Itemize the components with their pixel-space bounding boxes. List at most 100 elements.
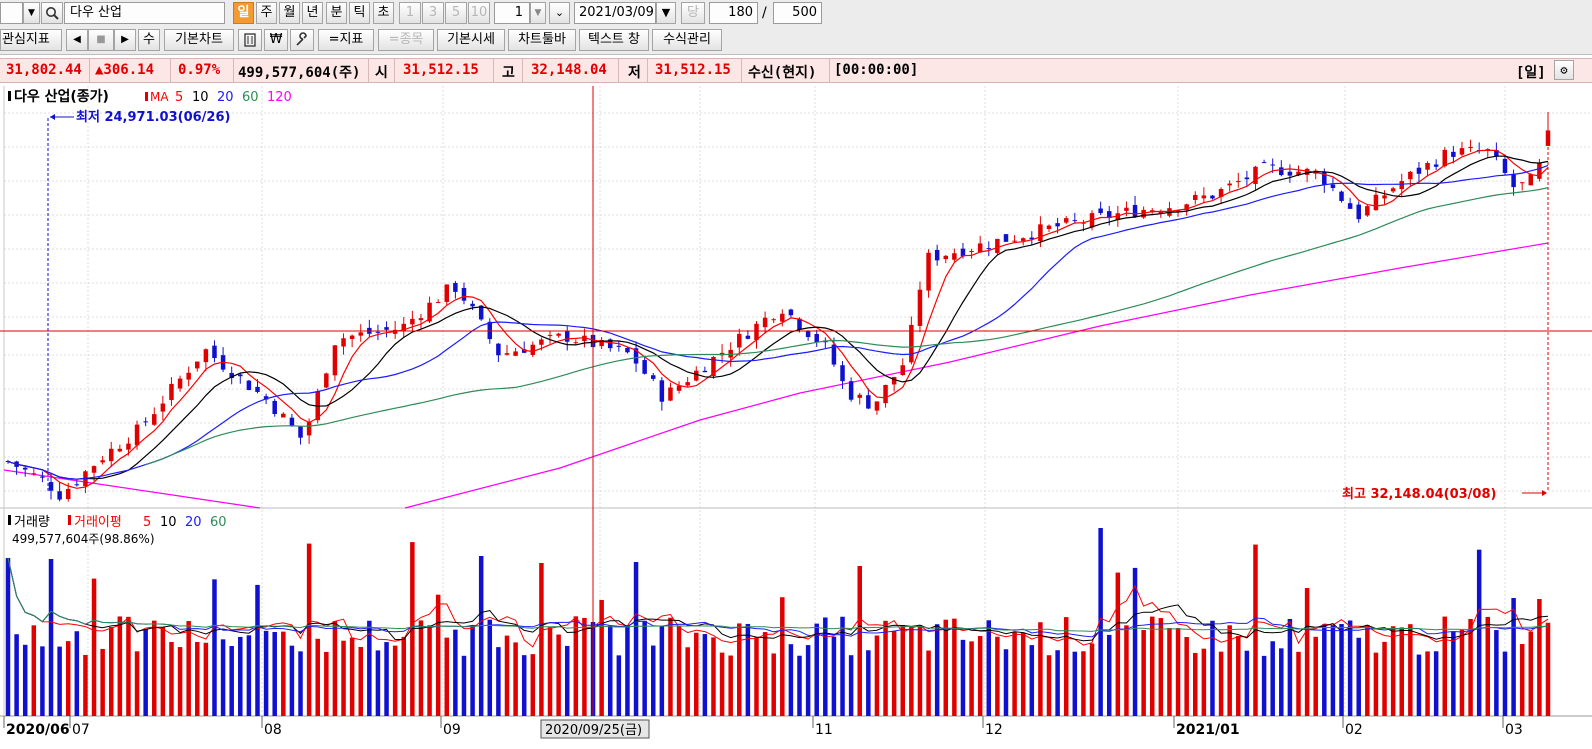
- period-button-4[interactable]: 분: [326, 2, 347, 24]
- volume-bar: [298, 651, 303, 716]
- search-icon[interactable]: [41, 2, 63, 24]
- ma-period-20: 20: [217, 90, 234, 105]
- volume-bar: [943, 619, 949, 716]
- candle-body: [496, 343, 501, 356]
- price-chart[interactable]: 최저 24,971.03(06/26) 최고 32,148.04(03/08) 다우…: [0, 84, 1592, 749]
- volume-bar: [1416, 654, 1422, 716]
- volume-bar: [358, 646, 363, 716]
- volume-bar: [952, 618, 957, 716]
- volume-bar: [1055, 650, 1060, 716]
- formula-manager-button[interactable]: 수식관리: [652, 29, 722, 51]
- interval-button-3[interactable]: 3: [422, 2, 444, 24]
- volume-bar: [883, 620, 888, 716]
- currency-button[interactable]: ₩: [264, 29, 288, 51]
- volume-bar: [289, 645, 295, 716]
- symbol-list-combo[interactable]: [0, 2, 23, 24]
- indicator-button[interactable]: =지표: [318, 29, 374, 51]
- candle-body: [100, 460, 105, 463]
- legend-marker: [8, 515, 11, 525]
- candle-body: [324, 373, 329, 388]
- candle-body: [539, 339, 544, 345]
- candlesticks: [5, 111, 1551, 502]
- candle-body: [986, 248, 992, 250]
- chart-toolbar-button[interactable]: 차트툴바: [508, 29, 576, 51]
- volume-bar: [1356, 637, 1361, 716]
- arrow-left-icon[interactable]: ◀: [66, 29, 88, 51]
- volume-bar: [1425, 651, 1430, 716]
- period-button-2[interactable]: 월: [279, 2, 300, 24]
- volume-bar: [332, 621, 338, 716]
- period-button-6[interactable]: 초: [373, 2, 394, 24]
- candle-body: [556, 333, 561, 336]
- period-button-1[interactable]: 주: [256, 2, 277, 24]
- candle-body: [57, 491, 62, 500]
- volume-bar: [1081, 651, 1086, 716]
- candle-body: [117, 448, 123, 452]
- stop-icon[interactable]: ■: [88, 29, 114, 51]
- display-count-input[interactable]: 180: [709, 2, 758, 24]
- date-field[interactable]: 2021/03/09: [574, 2, 656, 24]
- interval-button-5[interactable]: 5: [445, 2, 467, 24]
- candle-body: [676, 385, 682, 391]
- volume-bar: [1330, 625, 1336, 716]
- current-price: 31,802.44: [6, 62, 82, 78]
- ma20-line: [7, 164, 1549, 480]
- compare-symbol-button[interactable]: =종목: [378, 29, 434, 51]
- candle-body: [737, 333, 742, 348]
- period-button-3[interactable]: 년: [302, 2, 323, 24]
- text-window-button[interactable]: 텍스트 창: [579, 29, 649, 51]
- candle-body: [530, 344, 536, 355]
- interval-input[interactable]: 1: [494, 2, 530, 24]
- candle-body: [840, 365, 845, 382]
- candle-body: [487, 321, 493, 340]
- volume-bar: [831, 636, 837, 716]
- period-button-5[interactable]: 틱: [349, 2, 370, 24]
- stock-button[interactable]: 수: [138, 29, 160, 51]
- candle-body: [160, 403, 166, 412]
- period-button-0[interactable]: 일: [233, 2, 254, 24]
- chevron-down-icon[interactable]: ⌄: [549, 2, 570, 24]
- volume-value: 499,577,604(주): [238, 65, 361, 81]
- candle-body: [1519, 182, 1525, 184]
- volume-bar: [685, 647, 690, 716]
- basic-quote-button[interactable]: 기본시세: [437, 29, 505, 51]
- candle-body: [306, 421, 312, 436]
- ma-period-60: 60: [242, 90, 259, 105]
- chevron-down-icon[interactable]: ▼: [23, 2, 40, 24]
- candle-body: [702, 370, 708, 373]
- basic-chart-button[interactable]: 기본차트: [164, 29, 234, 51]
- volume-bar: [14, 634, 19, 716]
- volume-bar: [315, 638, 320, 716]
- wrench-icon[interactable]: [290, 29, 314, 51]
- volume-bar: [478, 556, 484, 716]
- open-value: 31,512.15: [403, 62, 479, 78]
- volume-bar: [1287, 618, 1293, 716]
- count-separator: /: [762, 5, 767, 21]
- candle-body: [108, 448, 114, 462]
- interval-dropdown-icon[interactable]: ▼: [530, 2, 546, 24]
- max-count-input[interactable]: 500: [773, 2, 822, 24]
- symbol-name-field[interactable]: 다우 산업: [64, 2, 225, 24]
- interval-button-10[interactable]: 10: [468, 2, 490, 24]
- candle-body: [1210, 195, 1215, 199]
- volume-bar: [1459, 629, 1465, 716]
- volume-bar: [762, 632, 768, 716]
- settings-gear-icon[interactable]: ⚙: [1554, 60, 1574, 80]
- volume-bar: [1072, 651, 1078, 716]
- candle-body: [1416, 167, 1422, 174]
- current-button[interactable]: 당: [681, 2, 705, 24]
- volume-bar: [169, 642, 174, 716]
- volume-bar: [418, 620, 424, 716]
- arrow-right-icon[interactable]: ▶: [114, 29, 136, 51]
- tools-icon[interactable]: [238, 29, 262, 51]
- calendar-dropdown-icon[interactable]: ▼: [656, 2, 676, 24]
- candle-body: [977, 243, 983, 252]
- volume-bar: [1390, 626, 1396, 716]
- candle-body: [1339, 191, 1344, 201]
- volume-bar: [530, 654, 536, 716]
- volume-bar: [229, 646, 234, 716]
- watch-indicator-button[interactable]: 관심지표: [0, 29, 62, 51]
- volume-bar: [1046, 655, 1052, 716]
- interval-button-1[interactable]: 1: [399, 2, 421, 24]
- candle-body: [384, 327, 389, 330]
